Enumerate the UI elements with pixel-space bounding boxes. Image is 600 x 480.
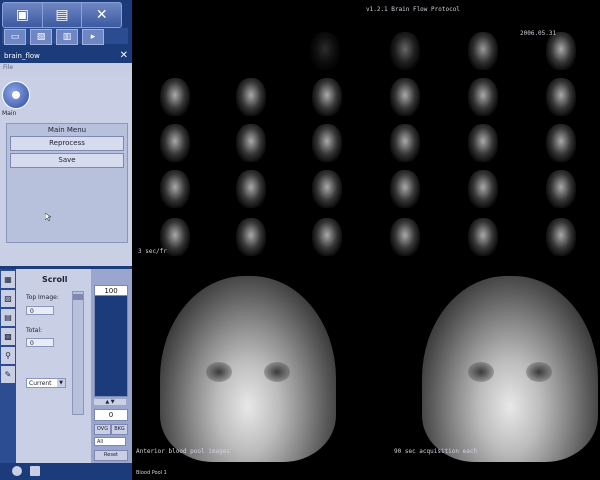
menu-title: Main Menu — [47, 126, 87, 134]
flow-frame — [390, 78, 420, 116]
flow-frame — [468, 124, 498, 162]
flow-frame — [468, 32, 498, 70]
flow-frame — [160, 124, 190, 162]
mode-select[interactable]: Current ▼ — [26, 378, 66, 388]
acquisition-blood-pool-image — [422, 276, 598, 462]
clipboard-icon[interactable]: ▣ — [3, 3, 43, 27]
flow-frame — [236, 78, 266, 116]
main-panel: Main Main Menu Reprocess Save — [0, 73, 132, 266]
flow-frame — [390, 32, 420, 70]
scroll-slider[interactable] — [72, 291, 84, 415]
main-menu: Main Menu Reprocess Save — [6, 123, 128, 243]
flow-frame — [546, 170, 576, 208]
flow-frame — [236, 124, 266, 162]
flow-frame — [546, 78, 576, 116]
flow-frame — [312, 124, 342, 162]
footer-bar — [0, 463, 132, 480]
reset-button[interactable]: Reset — [94, 450, 128, 461]
right-caption: 90 sec acquisition each — [394, 448, 478, 455]
flow-frame — [312, 218, 342, 256]
flow-frame — [160, 78, 190, 116]
level-track[interactable] — [94, 295, 128, 397]
flow-frame — [468, 78, 498, 116]
top-image-label: Top Image: — [26, 294, 59, 301]
flow-frame — [160, 170, 190, 208]
main-icon[interactable] — [2, 81, 30, 109]
file-menu[interactable]: File — [0, 63, 132, 73]
flow-frame — [546, 32, 576, 70]
film-tab-icon[interactable]: ▤ — [1, 309, 15, 326]
all-select[interactable]: All — [94, 437, 126, 446]
panel-title: brain_flow — [4, 52, 40, 60]
ovg-button[interactable]: OVG — [94, 424, 111, 435]
mouse-cursor-icon — [45, 213, 51, 221]
lower-level-field[interactable]: 0 — [94, 409, 128, 421]
chevron-down-icon: ▼ — [57, 379, 65, 387]
footer-label: Blood Pool 1 — [136, 470, 167, 476]
flow-frame — [160, 218, 190, 256]
top-image-field[interactable]: 0 — [26, 306, 54, 315]
open-icon[interactable]: ▭ — [4, 29, 26, 45]
grid-tab-icon[interactable]: ▩ — [1, 328, 15, 345]
control-panel: ▣ ▤ ✕ ▭ ▧ ▥ ▸ brain_flow ✕ File Main Mai… — [0, 0, 132, 480]
flow-frame — [310, 32, 340, 70]
bkg-button[interactable]: BKG — [111, 424, 128, 435]
slider-thumb[interactable] — [73, 294, 83, 300]
mode-select-value: Current — [29, 380, 52, 387]
layout-icon[interactable]: ▧ — [30, 29, 52, 45]
close-icon[interactable]: ✕ — [120, 49, 128, 63]
main-toolbar: ▣ ▤ ✕ — [2, 2, 122, 28]
window-level-controls: 100 ▲ ▼ ▲ ▼ 0 OVG BKG All Reset — [91, 269, 132, 465]
reprocess-button[interactable]: Reprocess — [10, 136, 124, 151]
left-caption: Anterior blood pool images — [136, 448, 230, 455]
total-field[interactable]: 0 — [26, 338, 54, 347]
main-label: Main — [2, 110, 17, 117]
export-icon[interactable]: ▸ — [82, 29, 104, 45]
protocol-label: v1.2.1 Brain Flow Protocol — [366, 6, 460, 13]
flow-frame — [312, 78, 342, 116]
flow-frame — [236, 170, 266, 208]
flow-frame — [236, 218, 266, 256]
total-label: Total: — [26, 327, 43, 334]
layers-tab-icon[interactable]: ▨ — [1, 290, 15, 307]
side-tabs: ▦ ▨ ▤ ▩ ⚲ ✎ — [0, 269, 16, 465]
secondary-toolbar: ▭ ▧ ▥ ▸ — [2, 28, 128, 45]
computer-icon[interactable] — [30, 466, 40, 476]
image-viewer[interactable]: v1.2.1 Brain Flow Protocol 2006.05.31 3 … — [132, 0, 600, 480]
panel-titlebar: brain_flow ✕ — [0, 49, 132, 63]
down-arrows-icon[interactable]: ▲ ▼ — [94, 399, 126, 405]
folder-icon[interactable]: ▤ — [43, 3, 83, 27]
flow-frame — [390, 124, 420, 162]
flow-frame — [546, 124, 576, 162]
scroll-panel: ▦ ▨ ▤ ▩ ⚲ ✎ Scroll Top Image: 0 Total: 0… — [0, 267, 132, 465]
anterior-blood-pool-image — [160, 276, 336, 462]
flow-frame — [468, 218, 498, 256]
flow-frame — [312, 170, 342, 208]
disc-icon[interactable] — [12, 466, 22, 476]
scroll-title: Scroll — [42, 275, 68, 284]
flow-frame — [546, 218, 576, 256]
print-icon[interactable]: ▥ — [56, 29, 78, 45]
tools-icon[interactable]: ✕ — [82, 3, 121, 27]
zoom-tab-icon[interactable]: ⚲ — [1, 347, 15, 364]
pen-tab-icon[interactable]: ✎ — [1, 366, 15, 383]
frame-tab-icon[interactable]: ▦ — [1, 271, 15, 288]
save-button[interactable]: Save — [10, 153, 124, 168]
flow-frame — [390, 170, 420, 208]
all-select-value: All — [97, 439, 104, 445]
flow-frame — [390, 218, 420, 256]
flow-frame — [468, 170, 498, 208]
